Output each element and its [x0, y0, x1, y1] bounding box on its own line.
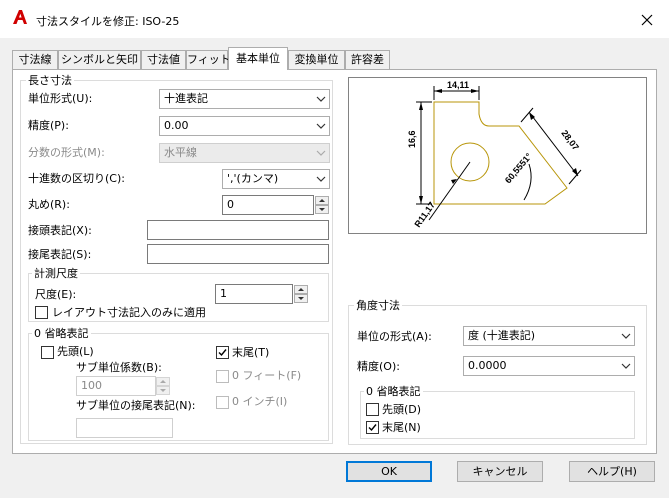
trailing-zero-checkbox[interactable]	[216, 346, 229, 359]
angular-leading-label: 先頭(D)	[382, 403, 422, 416]
unit-format-label: 単位形式(U):	[28, 92, 93, 105]
window-title: 寸法スタイルを修正: ISO-25	[36, 15, 180, 28]
chevron-down-icon	[316, 176, 326, 182]
leading-zero-label: 先頭(L)	[57, 345, 94, 358]
chevron-down-icon	[621, 363, 631, 369]
sub-unit-suffix-input	[76, 418, 173, 438]
spin-down-icon	[156, 386, 170, 395]
close-icon[interactable]	[639, 12, 655, 28]
preview-dim-left: 16,6	[407, 130, 417, 148]
tab-primary-units[interactable]: 基本単位	[228, 47, 288, 70]
angular-leading-checkbox[interactable]	[366, 403, 379, 416]
angular-precision-value: 0.0000	[468, 359, 507, 372]
suffix-input[interactable]	[147, 244, 329, 264]
tab-dimension-lines[interactable]: 寸法線	[12, 50, 58, 69]
sub-unit-factor-label: サブ単位係数(B):	[76, 361, 162, 374]
chevron-down-icon	[316, 150, 326, 156]
angular-precision-select[interactable]: 0.0000	[463, 356, 635, 376]
fraction-format-label: 分数の形式(M):	[28, 146, 105, 159]
angular-format-select[interactable]: 度 (十進表記)	[463, 326, 635, 346]
sub-unit-factor-input: 100	[76, 376, 156, 396]
linear-group-title: 長さ寸法	[26, 74, 74, 87]
angular-format-value: 度 (十進表記)	[468, 329, 536, 342]
tab-fit[interactable]: フィット	[186, 50, 231, 69]
zero-feet-checkbox	[216, 370, 229, 383]
preview-dim-right: 28,07	[559, 128, 581, 152]
trailing-zero-label: 末尾(T)	[232, 346, 270, 359]
help-button[interactable]: ヘルプ(H)	[569, 461, 655, 482]
preview-dim-top: 14,11	[447, 80, 469, 90]
tab-text[interactable]: 寸法値	[141, 50, 186, 69]
prefix-label: 接頭表記(X):	[28, 224, 92, 237]
chevron-down-icon	[316, 123, 326, 129]
chevron-down-icon	[621, 333, 631, 339]
decimal-separator-select[interactable]: ','(カンマ)	[222, 169, 330, 189]
sub-unit-suffix-label: サブ単位の接尾表記(N):	[76, 399, 196, 412]
tab-symbols-arrows[interactable]: シンボルと矢印	[58, 50, 141, 69]
sub-unit-factor-spinner	[156, 377, 170, 395]
preview-part-outline	[433, 101, 568, 205]
decimal-separator-value: ','(カンマ)	[227, 172, 279, 185]
zero-inch-checkbox	[216, 396, 229, 409]
unit-format-select[interactable]: 十進表記	[159, 89, 330, 109]
ok-button[interactable]: OK	[346, 461, 432, 482]
spin-down-icon[interactable]	[294, 294, 308, 303]
zero-inch-label: 0 インチ(I)	[232, 395, 288, 408]
autocad-logo-icon	[13, 10, 27, 24]
suffix-label: 接尾表記(S):	[28, 248, 92, 261]
angular-trailing-checkbox[interactable]	[366, 421, 379, 434]
chevron-down-icon	[316, 96, 326, 102]
fraction-format-select: 水平線	[159, 143, 330, 163]
layout-only-label: レイアウト寸法記入のみに適用	[52, 306, 206, 319]
spin-down-icon[interactable]	[315, 205, 329, 214]
roundoff-label: 丸め(R):	[28, 198, 70, 211]
angular-zero-title: 0 省略表記	[364, 385, 423, 398]
decimal-separator-label: 十進数の区切り(C):	[28, 172, 125, 185]
spin-up-icon[interactable]	[315, 196, 329, 205]
angular-trailing-label: 末尾(N)	[382, 421, 421, 434]
cancel-button[interactable]: キャンセル	[457, 461, 543, 482]
zero-feet-label: 0 フィート(F)	[232, 369, 302, 382]
angular-format-label: 単位の形式(A):	[357, 330, 432, 343]
checkmark-icon	[218, 349, 227, 357]
angular-precision-label: 精度(O):	[357, 360, 400, 373]
roundoff-input[interactable]: 0	[222, 195, 314, 215]
leading-zero-checkbox[interactable]	[41, 346, 54, 359]
preview-dim-angle: 60,5551°	[503, 151, 534, 185]
preview-drawing: 14,11 16,6 28,07 60,5551° R11,17	[407, 80, 582, 229]
precision-value: 0.00	[164, 119, 189, 132]
checkmark-icon	[368, 424, 377, 432]
scale-factor-label: 尺度(E):	[35, 288, 77, 301]
fraction-format-value: 水平線	[164, 146, 197, 159]
precision-select[interactable]: 0.00	[159, 116, 330, 136]
dimension-preview: 14,11 16,6 28,07 60,5551° R11,17	[348, 77, 647, 234]
precision-label: 精度(P):	[28, 119, 69, 132]
scale-factor-spinner[interactable]	[294, 285, 308, 303]
tab-tolerances[interactable]: 許容差	[345, 50, 390, 69]
angular-group-title: 角度寸法	[354, 299, 402, 312]
spin-up-icon[interactable]	[294, 285, 308, 294]
spin-up-icon	[156, 377, 170, 386]
prefix-input[interactable]	[147, 220, 329, 240]
layout-only-checkbox[interactable]	[35, 306, 48, 319]
unit-format-value: 十進表記	[164, 92, 208, 105]
scale-factor-input[interactable]: 1	[215, 284, 293, 304]
zero-suppression-title: 0 省略表記	[32, 327, 91, 340]
roundoff-spinner[interactable]	[315, 196, 329, 214]
measurement-group-title: 計測尺度	[32, 267, 80, 280]
tab-alternate-units[interactable]: 変換単位	[288, 50, 345, 69]
